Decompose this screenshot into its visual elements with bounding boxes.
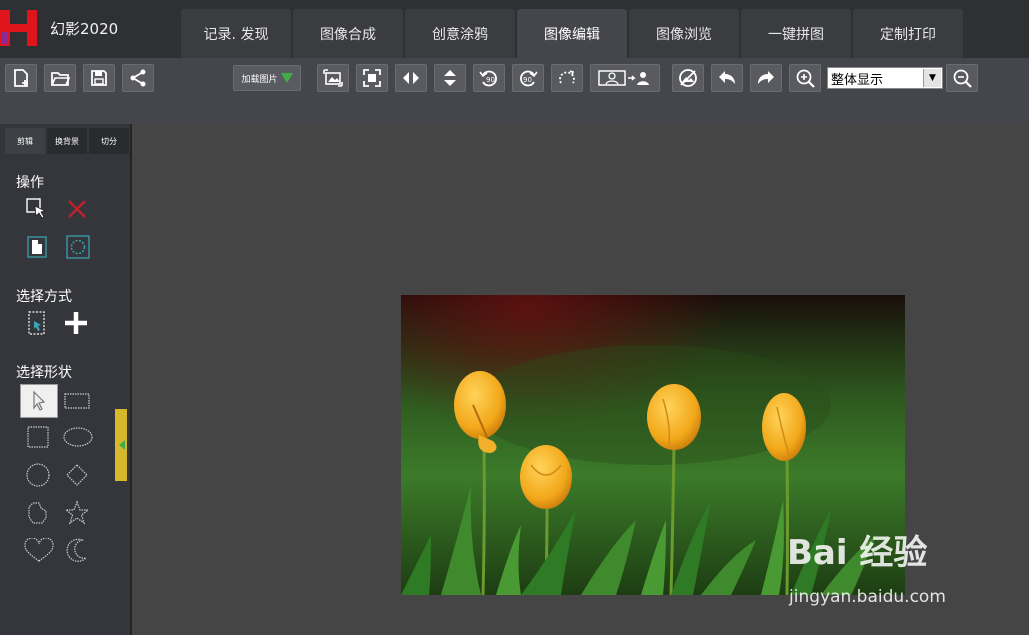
- watermark-url: jingyan.baidu.com: [789, 587, 946, 607]
- chevron-down-icon: ▼: [923, 69, 941, 87]
- section-select-shape-label: 选择形状: [16, 365, 72, 381]
- share-icon: [130, 69, 146, 87]
- image-fit-icon: [323, 69, 343, 87]
- flip-horizontal-button[interactable]: [395, 64, 427, 92]
- tab-image-edit[interactable]: 图像编辑: [517, 9, 627, 58]
- shape-diamond-button[interactable]: [64, 462, 90, 488]
- crop-shape-icon: [27, 236, 47, 258]
- undo-icon: [719, 71, 735, 84]
- circle-icon: [26, 463, 50, 487]
- rotate-right-90-icon: 90: [520, 70, 538, 87]
- app-logo: [0, 8, 40, 48]
- delete-selection-button[interactable]: [64, 196, 90, 222]
- flip-vertical-icon: [444, 70, 456, 86]
- section-operation-label: 操作: [16, 175, 44, 191]
- svg-text:90: 90: [523, 76, 532, 84]
- select-mode-add-button[interactable]: [63, 310, 89, 336]
- pointer-arrow-icon: [33, 390, 46, 411]
- rotate-left-90-button[interactable]: 90: [473, 64, 505, 92]
- select-cursor-button[interactable]: [24, 196, 50, 222]
- share-button[interactable]: [122, 64, 154, 92]
- panel-collapse-handle[interactable]: [115, 409, 127, 481]
- triangle-left-icon: [119, 440, 125, 450]
- shape-square-button[interactable]: [25, 424, 51, 450]
- select-mode-magic-button[interactable]: [24, 310, 50, 336]
- new-file-icon: [14, 69, 28, 87]
- heart-icon: [24, 538, 54, 562]
- plus-icon: [65, 312, 87, 334]
- rotate-dotted-icon: [559, 70, 575, 84]
- folder-open-icon: [51, 72, 71, 86]
- shape-freeform-button[interactable]: [25, 500, 51, 526]
- shape-star-button[interactable]: [64, 500, 90, 526]
- clear-image-button[interactable]: [672, 64, 704, 92]
- close-icon: [68, 200, 86, 218]
- flip-vertical-button[interactable]: [434, 64, 466, 92]
- shape-crescent-button[interactable]: [64, 538, 90, 564]
- id-photo-button[interactable]: [590, 64, 660, 92]
- rotate-right-90-button[interactable]: 90: [512, 64, 544, 92]
- zoom-level-value: 整体显示: [831, 72, 884, 88]
- open-folder-button[interactable]: [44, 64, 76, 92]
- save-button[interactable]: [83, 64, 115, 92]
- rotate-left-90-icon: 90: [479, 70, 497, 87]
- tab-record-discover[interactable]: 记录. 发现: [181, 9, 291, 58]
- load-image-button[interactable]: 加载图片: [233, 65, 301, 91]
- fit-image-button[interactable]: [317, 64, 349, 92]
- rotate-free-button[interactable]: [551, 64, 583, 92]
- fullscreen-button[interactable]: [356, 64, 388, 92]
- tab-custom-print[interactable]: 定制打印: [853, 9, 963, 58]
- panel-tab-change-background[interactable]: 换背景: [47, 128, 87, 154]
- clear-image-icon: [679, 69, 697, 87]
- undo-button[interactable]: [711, 64, 743, 92]
- svg-text:90: 90: [486, 76, 495, 84]
- tab-image-compose[interactable]: 图像合成: [293, 9, 403, 58]
- zoom-in-icon: [796, 69, 815, 88]
- section-select-mode-label: 选择方式: [16, 289, 72, 305]
- magic-select-icon: [28, 311, 45, 335]
- zoom-out-icon: [953, 69, 972, 88]
- watermark-brand: Bai 经验: [787, 533, 928, 573]
- new-file-button[interactable]: [5, 64, 37, 92]
- redo-button[interactable]: [750, 64, 782, 92]
- zoom-level-select[interactable]: 整体显示 ▼: [827, 67, 943, 89]
- diamond-icon: [66, 464, 88, 486]
- crescent-icon: [66, 538, 88, 562]
- title-bar: 幻影2020 记录. 发现 图像合成 创意涂鸦 图像编辑 图像浏览 一键拼图 定…: [0, 0, 1029, 58]
- crop-circle-button[interactable]: [65, 234, 91, 260]
- zoom-in-button[interactable]: [789, 64, 821, 92]
- shape-ellipse-button[interactable]: [62, 424, 94, 450]
- shape-heart-button[interactable]: [23, 538, 55, 564]
- redo-icon: [758, 71, 774, 84]
- shape-rectangle-button[interactable]: [64, 388, 90, 414]
- star-icon: [64, 500, 90, 525]
- tab-image-browse[interactable]: 图像浏览: [629, 9, 739, 58]
- square-icon: [27, 426, 49, 448]
- crop-shape-button[interactable]: [24, 234, 50, 260]
- zoom-out-button[interactable]: [946, 64, 978, 92]
- tab-creative-doodle[interactable]: 创意涂鸦: [405, 9, 515, 58]
- triangle-down-icon: [280, 73, 293, 83]
- load-image-label: 加载图片: [241, 74, 278, 85]
- panel-tab-clip[interactable]: 剪辑: [5, 128, 45, 154]
- baidu-jingyan-watermark: Bai 经验 jingyan.baidu.com: [787, 525, 987, 615]
- tab-one-click-collage[interactable]: 一键拼图: [741, 9, 851, 58]
- crop-circle-icon: [66, 235, 90, 259]
- selection-cursor-icon: [26, 198, 47, 219]
- app-title: 幻影2020: [50, 20, 119, 38]
- rectangle-icon: [64, 393, 90, 409]
- shape-circle-button[interactable]: [25, 462, 51, 488]
- panel-tab-split[interactable]: 切分: [89, 128, 129, 154]
- left-tool-panel: 剪辑 换背景 切分 操作 选择方式 选择形状: [0, 124, 132, 635]
- fullscreen-icon: [363, 69, 381, 87]
- toolbar: 加载图片 90 90 整体显示 ▼: [0, 58, 1029, 124]
- flip-horizontal-icon: [403, 72, 419, 84]
- ellipse-icon: [63, 427, 93, 447]
- save-icon: [91, 70, 107, 86]
- freeform-icon: [28, 502, 47, 524]
- shape-pointer-button[interactable]: [20, 384, 58, 418]
- id-photo-icon: [598, 70, 649, 86]
